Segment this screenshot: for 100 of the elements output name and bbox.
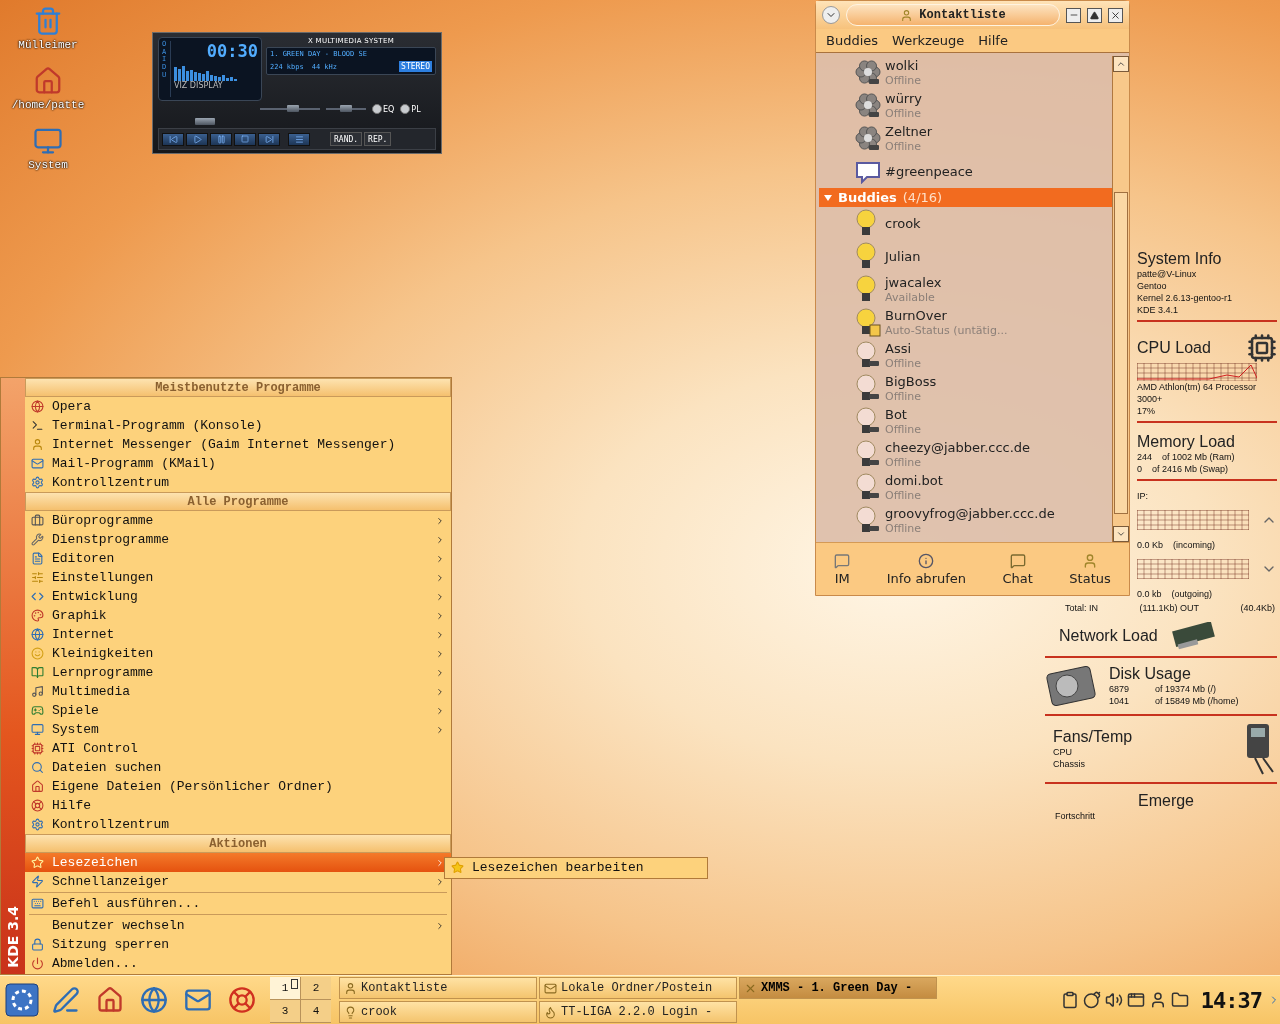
- previous-button[interactable]: [162, 132, 184, 146]
- stereo-indicator: STEREO: [399, 61, 432, 72]
- info-line: patte@V-Linux: [1137, 268, 1198, 280]
- toolbar-button[interactable]: Status: [1065, 550, 1115, 588]
- contact-name[interactable]: würry: [885, 90, 923, 106]
- smiley-icon: [31, 647, 44, 660]
- menu-item[interactable]: Graphik: [25, 606, 451, 625]
- section-title: Network Load: [1059, 627, 1158, 645]
- mode-button[interactable]: REP.: [364, 132, 392, 146]
- maximize-button[interactable]: [1087, 7, 1102, 23]
- desktop-pager-cell[interactable]: 2: [301, 977, 331, 999]
- volume-slider[interactable]: [287, 105, 299, 112]
- task-button[interactable]: crook: [339, 1001, 537, 1023]
- window-menu-button[interactable]: [822, 6, 840, 24]
- task-button[interactable]: Kontaktliste: [339, 977, 537, 999]
- menu-item[interactable]: Mail-Programm (KMail): [25, 454, 451, 473]
- play-button[interactable]: [186, 132, 208, 146]
- contact-name[interactable]: jwacalex: [885, 274, 942, 290]
- menu-item[interactable]: Terminal-Programm (Konsole): [25, 416, 451, 435]
- task-button[interactable]: Lokale Ordner/Postein: [539, 977, 737, 999]
- menu-item[interactable]: Kontrollzentrum: [25, 473, 451, 492]
- info-line: KDE 3.4.1: [1137, 304, 1180, 316]
- network-total: (111.1Kb) OUT: [1139, 602, 1200, 614]
- menu-item[interactable]: Hilfe: [978, 33, 1008, 48]
- task-button[interactable]: XMMS - 1. Green Day -: [739, 977, 937, 999]
- expanded-triangle-icon[interactable]: [824, 193, 832, 202]
- minimize-button[interactable]: [1066, 7, 1081, 23]
- contact-name[interactable]: Zeltner: [885, 123, 933, 139]
- balance-slider[interactable]: [340, 105, 352, 112]
- maximize-icon: [1090, 10, 1099, 20]
- menu-item[interactable]: Hilfe: [25, 796, 451, 815]
- menu-item[interactable]: Editoren: [25, 549, 451, 568]
- pause-icon: [216, 134, 226, 144]
- chat-icon: [1009, 552, 1026, 569]
- menu-item[interactable]: Abmelden...: [25, 954, 451, 973]
- menu-item[interactable]: Entwicklung: [25, 587, 451, 606]
- wrench-icon: [31, 533, 44, 546]
- contact-name[interactable]: BigBoss: [885, 373, 937, 389]
- toggle-lamp[interactable]: [400, 104, 411, 114]
- menu-item[interactable]: Büroprogramme: [25, 511, 451, 530]
- toggle-lamp[interactable]: [372, 104, 382, 114]
- toolbar-button[interactable]: Chat: [998, 550, 1037, 588]
- toolbar-button[interactable]: IM: [830, 550, 855, 588]
- menu-item[interactable]: Dienstprogramme: [25, 530, 451, 549]
- trash-icon: [33, 6, 63, 36]
- menu-item[interactable]: Einstellungen: [25, 568, 451, 587]
- menu-item[interactable]: Multimedia: [25, 682, 451, 701]
- contact-name[interactable]: BurnOver: [885, 307, 1008, 323]
- contact-name[interactable]: crook: [885, 216, 921, 231]
- section-title: CPU Load: [1137, 338, 1211, 357]
- section-title: Fans/Temp: [1053, 728, 1134, 746]
- menu-side-label: KDE 3.4: [5, 906, 21, 968]
- music-icon: [31, 685, 44, 698]
- stop-button[interactable]: [234, 132, 256, 146]
- menu-item[interactable]: Befehl ausführen...: [25, 894, 451, 913]
- menu-item[interactable]: Opera: [25, 397, 451, 416]
- menu-item[interactable]: Internet: [25, 625, 451, 644]
- contact-name[interactable]: Assi: [885, 340, 922, 356]
- contact-name[interactable]: wolki: [885, 57, 922, 73]
- contact-name[interactable]: Julian: [885, 249, 921, 264]
- eject-button[interactable]: [288, 132, 310, 146]
- menu-item[interactable]: Lernprogramme: [25, 663, 451, 682]
- close-button[interactable]: [1108, 7, 1123, 23]
- task-button[interactable]: TT-LIGA 2.2.0 Login -: [539, 1001, 737, 1023]
- menu-item[interactable]: Kleinigkeiten: [25, 644, 451, 663]
- window-title: Kontaktliste: [919, 8, 1006, 22]
- seek-slider[interactable]: [195, 118, 216, 125]
- menu-item[interactable]: Sitzung sperren: [25, 935, 451, 954]
- flame-icon: [544, 1005, 557, 1019]
- menu-item[interactable]: Lesezeichen bearbeiten: [445, 858, 707, 877]
- contact-status: Offline: [885, 106, 923, 121]
- toolbar-button[interactable]: Info abrufen: [882, 550, 971, 588]
- desktop-pager-cell[interactable]: 1: [270, 977, 300, 999]
- menu-item[interactable]: Dateien suchen: [25, 758, 451, 777]
- pause-button[interactable]: [210, 132, 232, 146]
- contact-name[interactable]: groovyfrog@jabber.ccc.de: [885, 505, 1055, 521]
- menu-item[interactable]: System: [25, 720, 451, 739]
- mode-button[interactable]: RAND.: [330, 132, 363, 146]
- menu-item[interactable]: Buddies: [826, 33, 879, 48]
- contact-name[interactable]: Bot: [885, 406, 922, 422]
- menu-item[interactable]: Eigene Dateien (Persönlicher Ordner): [25, 777, 451, 796]
- contact-name[interactable]: domi.bot: [885, 472, 943, 488]
- desktop-pager-cell[interactable]: 3: [270, 1000, 300, 1022]
- menu-item[interactable]: Kontrollzentrum: [25, 815, 451, 834]
- contact-name[interactable]: cheezy@jabber.ccc.de: [885, 439, 1031, 455]
- scrollbar[interactable]: [1112, 56, 1129, 542]
- contact-status: Available: [885, 290, 936, 305]
- menu-item[interactable]: ATI Control: [25, 739, 451, 758]
- next-button[interactable]: [258, 132, 280, 146]
- chat-room-name[interactable]: #greenpeace: [885, 164, 973, 179]
- lock-icon: [31, 938, 44, 951]
- menu-item[interactable]: Benutzer wechseln: [25, 916, 451, 935]
- menu-item[interactable]: Werkzeuge: [892, 33, 965, 48]
- palette-icon: [31, 609, 44, 622]
- lightning-icon: [31, 875, 44, 888]
- menu-item[interactable]: Spiele: [25, 701, 451, 720]
- menu-item[interactable]: Internet Messenger (Gaim Internet Messenger): [25, 435, 451, 454]
- window-icon: [1126, 991, 1145, 1009]
- desktop-pager-cell[interactable]: 4: [301, 1000, 331, 1022]
- gamepad-icon: [31, 704, 44, 717]
